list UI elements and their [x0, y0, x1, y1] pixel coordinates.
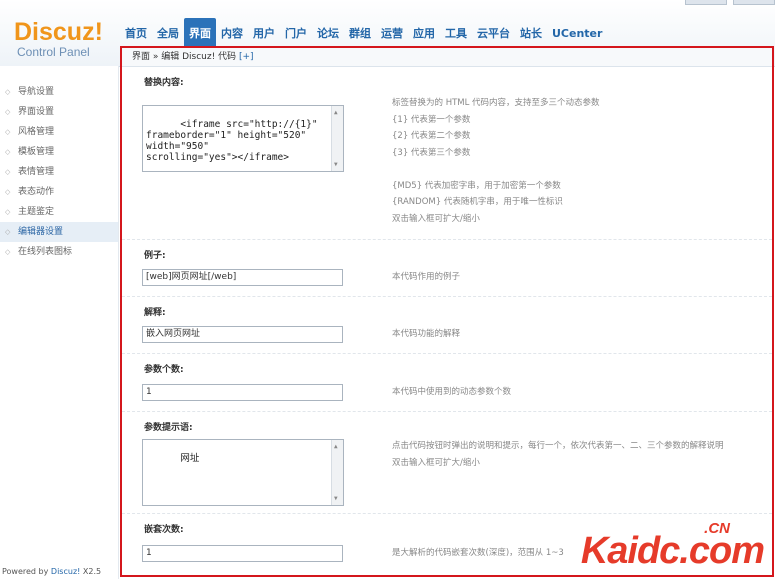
- sidebar-item-click-actions[interactable]: 表态动作: [0, 182, 118, 202]
- replace-tip-line: {3} 代表第三个参数: [392, 147, 471, 158]
- sidebar-menu: 导航设置 界面设置 风格管理 模板管理 表情管理 表态动作 主题鉴定 编辑器设置…: [0, 66, 118, 262]
- nav-portal[interactable]: 门户: [280, 18, 312, 48]
- replace-value: <iframe src="http://{1}" frameborder="1"…: [146, 119, 318, 163]
- params-label: 参数个数:: [144, 365, 184, 375]
- replace-tip-line: {1} 代表第一个参数: [392, 114, 471, 125]
- watermark-bottom: Kaidc.com: [580, 530, 765, 572]
- sidebar-item-online-icons[interactable]: 在线列表图标: [0, 242, 118, 262]
- nesting-input[interactable]: 1: [142, 545, 343, 562]
- replace-label: 替换内容:: [144, 78, 184, 88]
- params-tip: 本代码中使用到的动态参数个数: [392, 387, 512, 397]
- top-tab-1[interactable]: [685, 0, 727, 5]
- section-params: 参数个数: 1 本代码中使用到的动态参数个数: [122, 354, 772, 412]
- logo-brand: Discuz!: [14, 18, 103, 46]
- main-content: 界面 » 编辑 Discuz! 代码 [+] 替换内容: <iframe src…: [120, 46, 774, 577]
- example-input[interactable]: [web]网页网址[/web]: [142, 269, 343, 286]
- prompt-tips: 点击代码按钮时弹出的说明和提示，每行一个，依次代表第一、二、三个参数的解释说明 …: [392, 438, 724, 471]
- replace-tip-line: 双击输入框可扩大/缩小: [392, 213, 480, 224]
- example-label: 例子:: [144, 251, 166, 261]
- section-explanation: 解释: 嵌入网页网址 本代码功能的解释: [122, 297, 772, 354]
- nesting-label: 嵌套次数:: [144, 525, 184, 535]
- nav-cloud[interactable]: 云平台: [472, 18, 515, 48]
- sidebar-item-nav-settings[interactable]: 导航设置: [0, 82, 118, 102]
- prompt-tip-line: 点击代码按钮时弹出的说明和提示，每行一个，依次代表第一、二、三个参数的解释说明: [392, 441, 724, 451]
- nav-content[interactable]: 内容: [216, 18, 248, 48]
- logo-subtitle: Control Panel: [17, 45, 90, 59]
- section-replace: 替换内容: <iframe src="http://{1}" framebord…: [122, 67, 772, 240]
- textarea-scrollbar[interactable]: [331, 440, 343, 505]
- section-prompt: 参数提示语: 网址 点击代码按钮时弹出的说明和提示，每行一个，依次代表第一、二、…: [122, 412, 772, 514]
- powered-version: X2.5: [80, 567, 102, 576]
- sidebar-item-thread-stamps[interactable]: 主题鉴定: [0, 202, 118, 222]
- powered-by: Powered by Discuz! X2.5: [2, 567, 101, 576]
- nav-tools[interactable]: 工具: [440, 18, 472, 48]
- params-input[interactable]: 1: [142, 384, 343, 401]
- nav-apps[interactable]: 应用: [408, 18, 440, 48]
- explanation-label: 解释:: [144, 308, 166, 318]
- prompt-label: 参数提示语:: [144, 423, 193, 433]
- explanation-input[interactable]: 嵌入网页网址: [142, 326, 343, 343]
- prompt-value: 网址: [180, 453, 200, 464]
- powered-link[interactable]: Discuz!: [51, 567, 80, 576]
- powered-prefix: Powered by: [2, 567, 51, 576]
- breadcrumb-path: 界面 » 编辑 Discuz! 代码: [132, 52, 237, 62]
- nav-users[interactable]: 用户: [248, 18, 280, 48]
- sidebar-item-template-manage[interactable]: 模板管理: [0, 142, 118, 162]
- discuz-logo[interactable]: Discuz! Control Panel: [14, 18, 103, 59]
- breadcrumb: 界面 » 编辑 Discuz! 代码 [+]: [122, 48, 772, 67]
- window-controls: [679, 0, 775, 5]
- nav-home[interactable]: 首页: [120, 18, 152, 48]
- nav-groups[interactable]: 群组: [344, 18, 376, 48]
- replace-tip-line: [392, 161, 600, 178]
- nav-interface[interactable]: 界面: [184, 18, 216, 48]
- sidebar-item-style-manage[interactable]: 风格管理: [0, 122, 118, 142]
- main-nav: 首页 全局 界面 内容 用户 门户 论坛 群组 运营 应用 工具 云平台 站长 …: [120, 18, 607, 48]
- top-tab-2[interactable]: [733, 0, 775, 5]
- replace-textarea[interactable]: <iframe src="http://{1}" frameborder="1"…: [142, 105, 344, 172]
- nesting-tip: 是大解析的代码嵌套次数(深度)，范围从 1~3: [392, 548, 564, 558]
- nav-webmaster[interactable]: 站长: [515, 18, 547, 48]
- nav-global[interactable]: 全局: [152, 18, 184, 48]
- replace-tip-line: 标签替换为的 HTML 代码内容，支持至多三个动态参数: [392, 98, 600, 108]
- explanation-tip: 本代码功能的解释: [392, 329, 461, 339]
- replace-tip-line: {MD5} 代表加密字串，用于加密第一个参数: [392, 180, 561, 191]
- nav-forum[interactable]: 论坛: [312, 18, 344, 48]
- prompt-textarea[interactable]: 网址: [142, 439, 344, 506]
- textarea-scrollbar[interactable]: [331, 106, 343, 171]
- sidebar-item-ui-settings[interactable]: 界面设置: [0, 102, 118, 122]
- nav-operations[interactable]: 运营: [376, 18, 408, 48]
- sidebar-item-smiley-manage[interactable]: 表情管理: [0, 162, 118, 182]
- section-example: 例子: [web]网页网址[/web] 本代码作用的例子: [122, 240, 772, 297]
- sidebar: 导航设置 界面设置 风格管理 模板管理 表情管理 表态动作 主题鉴定 编辑器设置…: [0, 66, 119, 579]
- prompt-tip-line: 双击输入框可扩大/缩小: [392, 457, 480, 468]
- replace-tips: 标签替换为的 HTML 代码内容，支持至多三个动态参数 {1} 代表第一个参数 …: [392, 95, 600, 227]
- example-tip: 本代码作用的例子: [392, 272, 461, 282]
- breadcrumb-toggle[interactable]: [+]: [239, 52, 254, 62]
- replace-tip-line: {RANDOM} 代表随机字串，用于唯一性标识: [392, 197, 563, 207]
- nav-ucenter[interactable]: UCenter: [547, 18, 607, 48]
- replace-tip-line: {2} 代表第二个参数: [392, 131, 471, 141]
- sidebar-item-editor-settings[interactable]: 编辑器设置: [0, 222, 118, 242]
